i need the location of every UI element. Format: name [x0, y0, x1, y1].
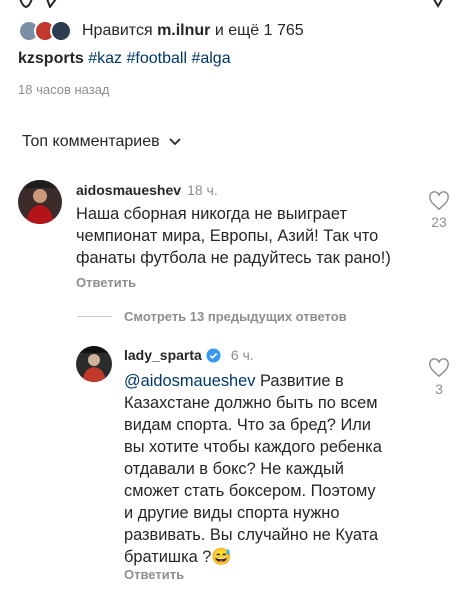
heart-outline-icon[interactable]: [428, 358, 450, 378]
post-timestamp: 18 часов назад: [18, 82, 110, 97]
hashtag-link[interactable]: #football: [127, 50, 188, 67]
post-caption: kzsports #kaz #football #alga: [18, 50, 231, 68]
comment-time: 18 ч.: [187, 182, 218, 198]
sort-label: Топ комментариев: [22, 133, 160, 150]
reply-header: lady_sparta 6 ч.: [124, 347, 254, 363]
bookmark-icon[interactable]: [430, 0, 446, 8]
likes-count[interactable]: и ещё 1 765: [215, 22, 304, 39]
view-replies-button[interactable]: Смотреть 13 предыдущих ответов: [78, 309, 347, 324]
reply-line: и другие виды спорта нужно: [124, 504, 340, 522]
comment-like-count: 23: [431, 214, 447, 230]
post-author[interactable]: kzsports: [18, 50, 84, 67]
reply-like-count: 3: [435, 381, 443, 397]
avatar[interactable]: [76, 346, 112, 382]
comment-icon[interactable]: [44, 0, 60, 8]
reply-line: братишка ?😅: [124, 548, 232, 566]
heart-outline-icon[interactable]: [428, 191, 450, 211]
reply-username[interactable]: lady_sparta: [124, 347, 202, 363]
reply-line: вы хотите чтобы каждого ребенка: [124, 438, 382, 456]
comments-sort-dropdown[interactable]: Топ комментариев: [22, 133, 182, 151]
avatar-image: [18, 180, 62, 224]
reply-line: сможет стать боксером. Поэтому: [124, 482, 376, 500]
likes-prefix: Нравится: [82, 22, 153, 39]
view-replies-label: Смотреть 13 предыдущих ответов: [124, 309, 347, 324]
comment-line: Наша сборная никогда не выиграет: [76, 205, 347, 223]
liker-avatar: [50, 20, 72, 42]
comment-line: чемпионат мира, Европы, Азий! Так что: [76, 227, 379, 245]
like-icon[interactable]: [18, 0, 34, 8]
reply-button[interactable]: Ответить: [124, 567, 184, 582]
reply-line: видам спорта. Что за бред? Или: [124, 416, 371, 434]
likes-text: Нравится m.ilnur и ещё 1 765: [82, 22, 304, 40]
comment-username[interactable]: aidosmaueshev: [76, 182, 181, 198]
divider-line: [78, 316, 112, 317]
comment-line: фанаты футбола не радуйтесь так рано!): [76, 249, 391, 267]
liker-avatars: [18, 20, 76, 42]
mention-link[interactable]: @aidosmaueshev: [124, 372, 255, 390]
chevron-down-icon: [168, 138, 181, 146]
hashtag-link[interactable]: #alga: [191, 50, 230, 67]
reply-text: @aidosmaueshev Развитие в Казахстане дол…: [124, 370, 424, 568]
likes-user-link[interactable]: m.ilnur: [157, 22, 210, 39]
post-action-bar: [0, 0, 473, 8]
reply-button[interactable]: Ответить: [76, 275, 136, 290]
reply-time: 6 ч.: [230, 347, 254, 363]
verified-badge-icon: [206, 347, 221, 363]
avatar[interactable]: [18, 180, 62, 224]
comment-text: Наша сборная никогда не выиграет чемпион…: [76, 203, 436, 269]
reply-line: отдавали в бокс? Не каждый: [124, 460, 344, 478]
reply-line: развивать. Вы случайно не Куата: [124, 526, 379, 544]
comment-header: aidosmaueshev 18 ч.: [76, 182, 218, 200]
reply-line: Развитие в: [260, 372, 344, 390]
avatar-image: [76, 346, 112, 382]
likes-row[interactable]: Нравится m.ilnur и ещё 1 765: [18, 20, 304, 42]
reply-line: Казахстане должно быть по всем: [124, 394, 378, 412]
hashtag-link[interactable]: #kaz: [88, 50, 122, 67]
